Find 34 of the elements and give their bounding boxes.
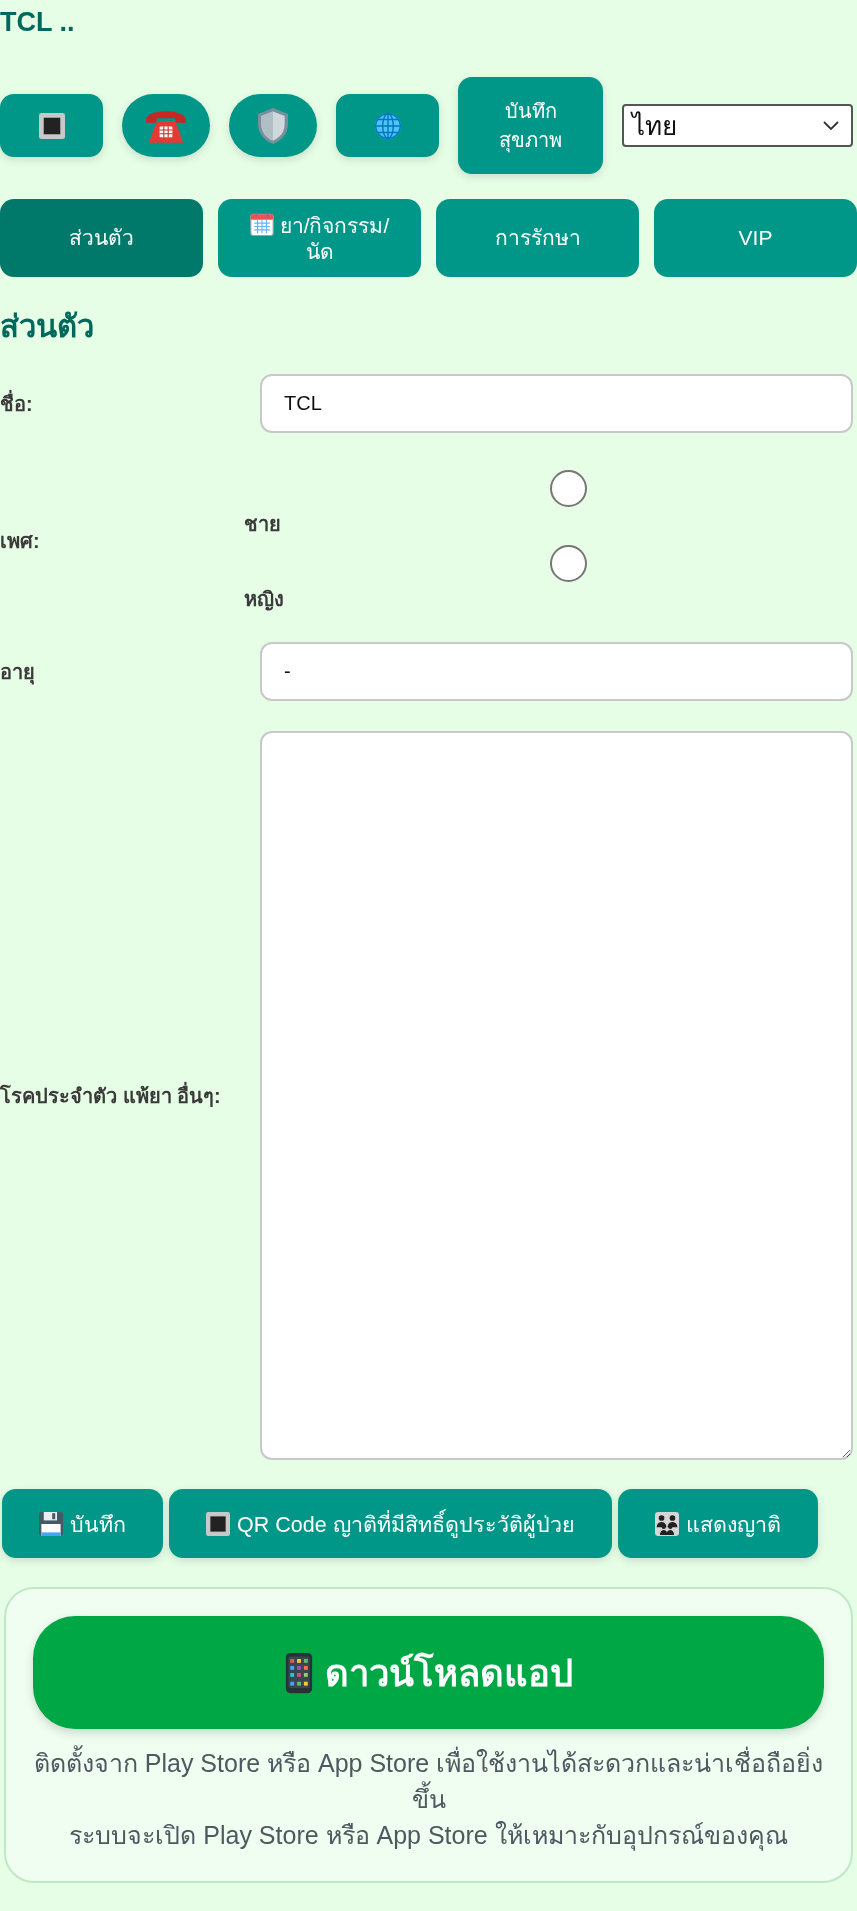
show-relatives-button[interactable]: แสดงญาติ <box>617 1489 818 1558</box>
radio-button[interactable] <box>550 545 587 582</box>
square-icon <box>38 112 65 139</box>
globe-icon <box>374 112 401 139</box>
page-title: TCL .. <box>0 6 76 39</box>
field-label: ชื่อ: <box>0 389 34 417</box>
radio-button[interactable] <box>550 470 587 507</box>
input-field[interactable]: - <box>260 642 853 701</box>
field-label: เพศ: <box>0 528 41 554</box>
field-label: อายุ <box>0 659 36 687</box>
tab[interactable]: VIP <box>654 199 857 277</box>
tab[interactable]: ยา/กิจกรรม/นัด <box>218 199 421 277</box>
family-icon <box>654 1511 679 1536</box>
tab[interactable]: การรักษา <box>436 199 639 277</box>
tab[interactable]: ส่วนตัว <box>0 199 203 277</box>
field-label: โรคประจำตัว แพ้ยา อื่นๆ: <box>0 1081 222 1109</box>
calendar-icon <box>249 212 274 237</box>
toolbar-button[interactable] <box>0 94 103 157</box>
save-button[interactable]: บันทึก <box>2 1489 163 1558</box>
telephone-icon <box>146 108 186 143</box>
info-text: ระบบจะเปิด Play Store หรือ App Store ให้เหมาะกับอุปกรณ์ของคุณ <box>69 1820 788 1853</box>
info-text: ติดตั้งจาก Play Store หรือ App Store เพื่อใช้งานได้สะดวกและน่าเชื่อถือยิ่งขึ้น <box>33 1745 824 1817</box>
download-app-button[interactable]: ดาวน์โหลดแอป <box>33 1616 824 1729</box>
input-field[interactable]: TCL <box>260 374 853 433</box>
square-icon <box>206 1511 230 1536</box>
mobile-phone-icon <box>284 1651 313 1694</box>
radio-label: ชาย <box>244 512 281 536</box>
language-select[interactable]: ไทย <box>622 104 853 147</box>
section-heading: ส่วนตัว <box>0 308 95 346</box>
shield-icon <box>258 107 288 144</box>
health-record-button[interactable]: บันทึก สุขภาพ <box>458 77 603 174</box>
chevron-down-icon <box>823 120 839 131</box>
radio-label: หญิง <box>244 587 284 611</box>
qr-code-button[interactable]: QR Code ญาติที่มีสิทธิ์ดูประวัติผู้ป่วย <box>169 1489 612 1558</box>
